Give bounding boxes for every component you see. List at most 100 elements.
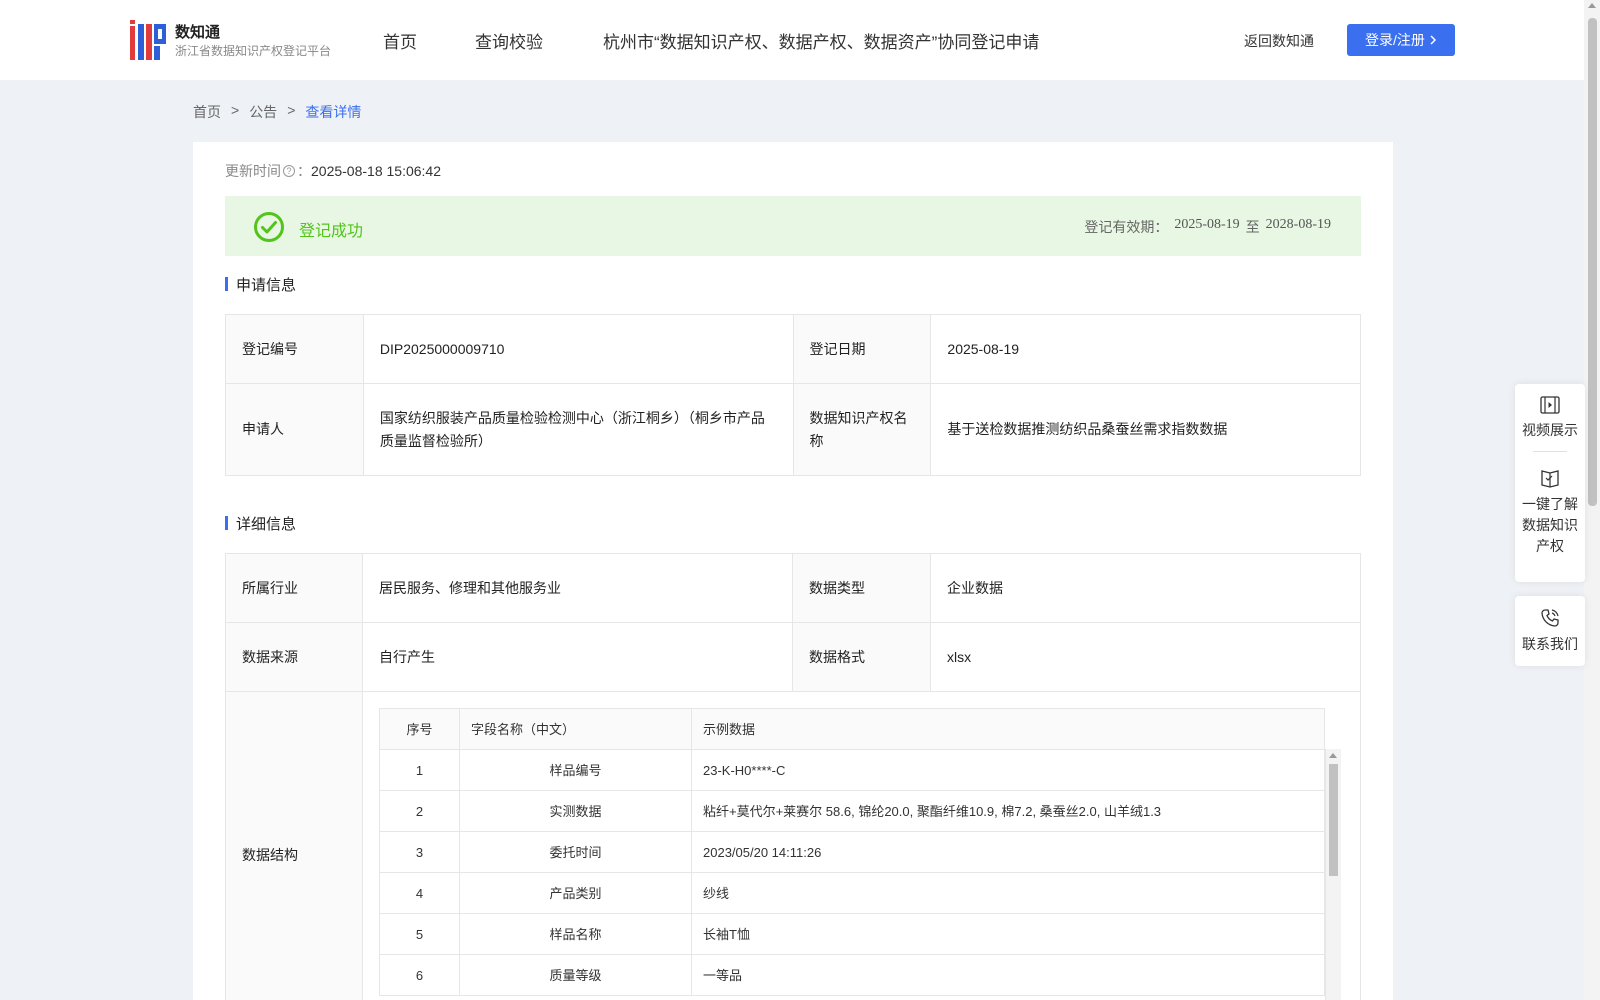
phone-icon	[1541, 609, 1559, 627]
scroll-up-arrow-icon[interactable]	[1329, 753, 1337, 758]
breadcrumb-separator: >	[231, 102, 240, 118]
structure-row: 5 样品名称 长袖T恤	[379, 913, 1325, 955]
source-value: 自行产生	[362, 622, 793, 692]
structure-cell-no: 5	[379, 913, 460, 955]
structure-cell-field: 实测数据	[459, 790, 692, 832]
video-label: 视频展示	[1522, 422, 1578, 438]
update-time-value: 2025-08-18 15:06:42	[311, 163, 441, 179]
structure-cell-field: 质量等级	[459, 954, 692, 996]
video-showcase-button[interactable]: 视频展示	[1515, 396, 1585, 441]
detail-info-table: 所属行业 居民服务、修理和其他服务业 数据类型 企业数据 数据来源 自行产生 数…	[225, 553, 1362, 1000]
table-row: 数据结构 序号 字段名称（中文） 示例数据 1 样品编号 23-K-H0****-C…	[225, 691, 1361, 1000]
structure-cell-no: 3	[379, 831, 460, 873]
page-scrollbar-thumb[interactable]	[1588, 18, 1597, 506]
structure-row: 6 质量等级 一等品	[379, 954, 1325, 996]
structure-cell-example: 2023/05/20 14:11:26	[691, 831, 1325, 873]
structure-header-row: 序号 字段名称（中文） 示例数据	[379, 708, 1325, 750]
structure-cell-no: 1	[379, 749, 460, 791]
breadcrumb-current: 查看详情	[305, 104, 362, 120]
breadcrumb: 首页 > 公告 > 查看详情	[193, 102, 361, 122]
reg-date-value: 2025-08-19	[930, 314, 1361, 384]
col-header-no: 序号	[379, 708, 460, 750]
detail-card: 更新时间 ? ： 2025-08-18 15:06:42 登记成功 登记有效期：…	[193, 142, 1393, 1000]
validity-end: 2028-08-19	[1265, 217, 1331, 232]
learn-label-line3: 产权	[1536, 538, 1564, 554]
breadcrumb-home[interactable]: 首页	[193, 102, 221, 122]
logo-icon[interactable]	[130, 20, 166, 60]
format-label: 数据格式	[791, 622, 931, 692]
structure-table-wrapper[interactable]: 序号 字段名称（中文） 示例数据 1 样品编号 23-K-H0****-C 2 实测数据…	[379, 708, 1343, 1000]
logo-title: 数知通	[175, 24, 221, 41]
structure-cell-field: 产品类别	[459, 872, 692, 914]
structure-table: 序号 字段名称（中文） 示例数据 1 样品编号 23-K-H0****-C 2 实测数据…	[379, 708, 1325, 996]
login-register-label: 登录/注册	[1365, 32, 1425, 48]
status-text: 登记成功	[299, 223, 364, 240]
format-value: xlsx	[929, 622, 1362, 692]
nav-hangzhou-registration[interactable]: 杭州市“数据知识产权、数据产权、数据资产”协同登记申请	[603, 28, 1039, 53]
status-banner: 登记成功 登记有效期： 2025-08-19 至 2028-08-19	[225, 196, 1361, 256]
scroll-up-arrow-icon[interactable]	[1588, 3, 1596, 8]
back-to-shuzhitong-link[interactable]: 返回数知通	[1244, 31, 1314, 51]
structure-row: 3 委托时间 2023/05/20 14:11:26	[379, 831, 1325, 873]
breadcrumb-announcement[interactable]: 公告	[249, 102, 277, 122]
update-time-label: 更新时间	[225, 163, 281, 179]
col-header-example: 示例数据	[691, 708, 1325, 750]
validity-to: 至	[1245, 219, 1260, 235]
structure-cell-no: 6	[379, 954, 460, 996]
chevron-right-icon	[1430, 35, 1436, 45]
check-circle-icon	[254, 212, 284, 242]
structure-cell-example: 23-K-H0****-C	[691, 749, 1325, 791]
application-info-table: 登记编号 DIP2025000009710 登记日期 2025-08-19 申请…	[225, 314, 1361, 476]
detail-section-title: 详细信息	[225, 513, 296, 534]
side-help-panel: 视频展示 一键了解 数据知识 产权	[1515, 384, 1585, 582]
contact-label: 联系我们	[1522, 636, 1578, 652]
structure-cell-field: 样品编号	[459, 749, 692, 791]
contact-us-button[interactable]: 联系我们	[1515, 608, 1585, 655]
industry-value: 居民服务、修理和其他服务业	[362, 553, 793, 623]
help-icon[interactable]: ?	[283, 165, 295, 177]
data-type-value: 企业数据	[929, 553, 1362, 623]
ip-name-value: 基于送检数据推测纺织品桑蚕丝需求指数数据	[930, 383, 1361, 476]
breadcrumb-separator: >	[287, 102, 296, 118]
structure-cell-example: 粘纤+莫代尔+莱赛尔 58.6, 锦纶20.0, 聚酯纤维10.9, 棉7.2,…	[691, 790, 1325, 832]
structure-cell-field: 委托时间	[459, 831, 692, 873]
table-row: 申请人 国家纺织服装产品质量检验检测中心（浙江桐乡）（桐乡市产品质量监督检验所）…	[225, 383, 1361, 476]
validity-start: 2025-08-19	[1174, 217, 1240, 232]
nav-home[interactable]: 首页	[383, 28, 417, 53]
structure-cell-no: 2	[379, 790, 460, 832]
source-label: 数据来源	[225, 622, 363, 692]
structure-scrollbar-thumb[interactable]	[1329, 764, 1338, 876]
ip-name-label: 数据知识产权名称	[792, 383, 932, 476]
application-section-title: 申请信息	[225, 274, 296, 295]
login-register-button[interactable]: 登录/注册	[1347, 24, 1455, 56]
table-row: 登记编号 DIP2025000009710 登记日期 2025-08-19	[225, 314, 1361, 384]
learn-label-line2: 数据知识	[1522, 517, 1578, 533]
side-contact-panel: 联系我们	[1515, 596, 1585, 666]
top-navbar: 数知通 浙江省数据知识产权登记平台 首页 查询校验 杭州市“数据知识产权、数据产…	[0, 0, 1584, 80]
video-icon	[1540, 396, 1560, 414]
structure-cell-example: 一等品	[691, 954, 1325, 996]
learn-ip-button[interactable]: 一键了解 数据知识 产权	[1515, 468, 1585, 557]
applicant-label: 申请人	[225, 383, 364, 476]
structure-cell-example: 长袖T恤	[691, 913, 1325, 955]
validity-label: 登记有效期：	[1084, 219, 1169, 235]
table-row: 数据来源 自行产生 数据格式 xlsx	[225, 622, 1362, 692]
structure-row: 4 产品类别 纱线	[379, 872, 1325, 914]
logo-subtitle: 浙江省数据知识产权登记平台	[175, 44, 332, 58]
industry-label: 所属行业	[225, 553, 363, 623]
validity-period: 登记有效期： 2025-08-19 至 2028-08-19	[1084, 217, 1331, 237]
applicant-value: 国家纺织服装产品质量检验检测中心（浙江桐乡）（桐乡市产品质量监督检验所）	[362, 383, 794, 476]
reg-no-label: 登记编号	[225, 314, 364, 384]
side-divider	[1533, 451, 1567, 452]
data-type-label: 数据类型	[791, 553, 931, 623]
nav-query[interactable]: 查询校验	[475, 28, 543, 53]
structure-label: 数据结构	[225, 691, 363, 1000]
update-time: 更新时间 ? ： 2025-08-18 15:06:42	[225, 161, 441, 181]
learn-label-line1: 一键了解	[1522, 496, 1578, 512]
reg-no-value: DIP2025000009710	[362, 314, 794, 384]
table-row: 所属行业 居民服务、修理和其他服务业 数据类型 企业数据	[225, 553, 1362, 623]
structure-cell-field: 样品名称	[459, 913, 692, 955]
structure-row: 2 实测数据 粘纤+莫代尔+莱赛尔 58.6, 锦纶20.0, 聚酯纤维10.9, …	[379, 790, 1325, 832]
structure-cell: 序号 字段名称（中文） 示例数据 1 样品编号 23-K-H0****-C 2 实测数据…	[362, 691, 1361, 1000]
reg-date-label: 登记日期	[792, 314, 932, 384]
